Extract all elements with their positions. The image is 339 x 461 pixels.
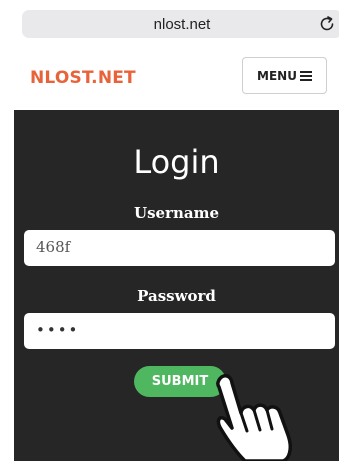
hamburger-icon	[299, 70, 312, 81]
login-title: Login	[133, 143, 220, 181]
pointing-hand-icon	[216, 374, 292, 461]
password-field[interactable]: ••••	[24, 313, 335, 349]
address-bar[interactable]: nlost.net	[22, 10, 339, 38]
site-header: NLOST.NET MENU	[14, 50, 339, 110]
menu-button[interactable]: MENU	[242, 57, 327, 94]
site-logo[interactable]: NLOST.NET	[30, 68, 136, 88]
url-text: nlost.net	[153, 16, 211, 33]
username-label: Username	[133, 204, 219, 222]
menu-label: MENU	[257, 68, 297, 83]
username-field[interactable]: 468f	[24, 230, 335, 266]
reload-icon[interactable]	[318, 15, 336, 33]
password-label: Password	[137, 287, 216, 305]
submit-label: SUBMIT	[151, 374, 209, 389]
